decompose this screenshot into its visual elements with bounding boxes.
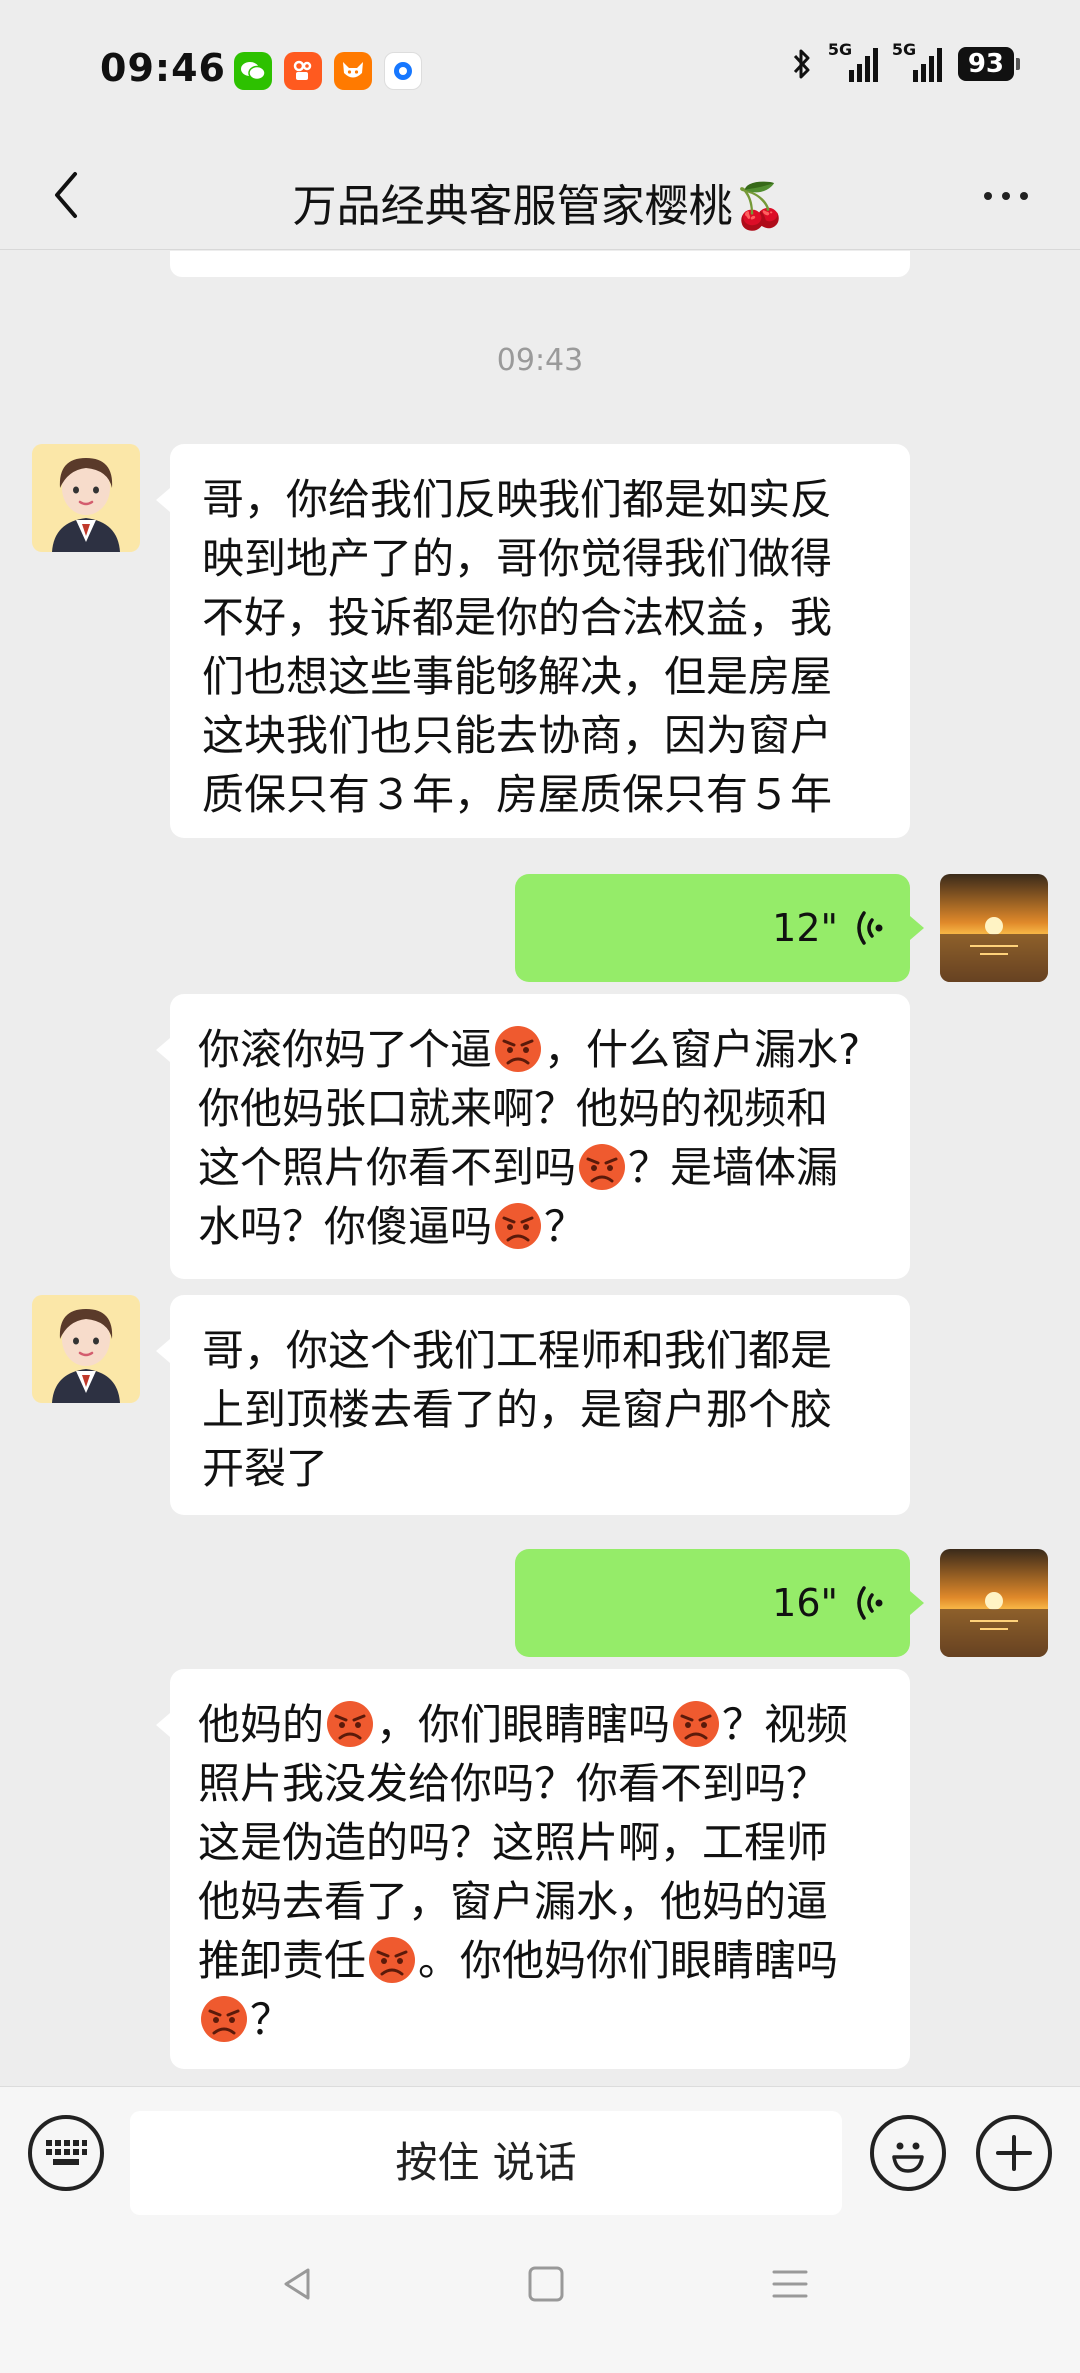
message-line: 开裂了 — [202, 1444, 329, 1493]
signal-2-icon: 5G — [892, 40, 942, 82]
emoji-button[interactable] — [870, 2115, 946, 2191]
agent-avatar[interactable] — [32, 444, 140, 552]
keyboard-toggle-button[interactable] — [28, 2115, 104, 2191]
voice-message-bubble[interactable]: 12" — [515, 874, 924, 982]
message-line: ？ — [198, 1990, 882, 2049]
menu-lines-icon — [772, 2270, 808, 2298]
status-time: 09:46 — [100, 46, 226, 90]
signal-1-icon: 5G — [828, 40, 878, 82]
angry-face-icon — [495, 1026, 542, 1072]
circle-app-icon — [384, 52, 422, 90]
kuaishou-icon — [284, 52, 322, 90]
message-line: 哥，你给我们反映我们都是如实反 — [202, 475, 833, 524]
message-line: 水吗？你傻逼吗？ — [198, 1202, 587, 1251]
angry-face-icon — [673, 1701, 720, 1747]
message-line: 你滚你妈了个逼 ，什么窗户漏水? — [198, 1025, 861, 1074]
fox-app-icon — [334, 52, 372, 90]
message-bubble[interactable]: 你滚你妈了个逼 ，什么窗户漏水? 你他妈张口就来啊？他妈的视频和 这个照片你看不到… — [156, 994, 910, 1279]
status-app-icons — [234, 52, 422, 90]
more-dots-icon — [984, 192, 992, 200]
voice-duration: 16" — [772, 1580, 838, 1625]
status-indicators: 5G 5G 93 — [790, 40, 1021, 82]
message-line: 质保只有３年，房屋质保只有５年 — [202, 770, 833, 819]
message-line: 这个照片你看不到吗 ？是墙体漏 — [198, 1143, 839, 1192]
smiley-icon — [892, 2142, 924, 2173]
message-line: 上到顶楼去看了的，是窗户那个胶 — [202, 1385, 833, 1434]
system-navigation-bar — [0, 2226, 1080, 2373]
voice-message-bubble[interactable]: 16" — [515, 1549, 924, 1657]
user-avatar[interactable] — [940, 874, 1048, 982]
message-line: 他妈的 ，你们眼睛瞎吗 ？视频 — [198, 1700, 849, 1749]
more-functions-button[interactable] — [976, 2115, 1052, 2191]
message-line: 照片我没发给你吗？你看不到吗？ — [198, 1759, 829, 1808]
message-timestamp: 09:43 — [496, 343, 584, 378]
voice-wave-icon — [857, 911, 883, 945]
message-line: 映到地产了的，哥你觉得我们做得 — [202, 534, 833, 583]
agent-avatar[interactable] — [32, 1295, 140, 1403]
angry-face-icon — [495, 1203, 542, 1249]
message-bubble[interactable]: 哥，你这个我们工程师和我们都是 上到顶楼去看了的，是窗户那个胶 开裂了 — [156, 1295, 910, 1515]
nav-home-button[interactable] — [516, 2254, 576, 2314]
message-bubble[interactable]: 哥，你给我们反映我们都是如实反 映到地产了的，哥你觉得我们做得 不好，投诉都是你… — [156, 444, 910, 838]
angry-face-icon — [369, 1937, 416, 1983]
nav-recents-button[interactable] — [760, 2254, 820, 2314]
message-line: 他妈去看了，窗户漏水，他妈的逼 — [198, 1877, 829, 1926]
keyboard-icon — [46, 2140, 87, 2165]
angry-face-icon — [327, 1701, 374, 1747]
message-line: 推卸责任 。你他妈你们眼睛瞎吗 — [198, 1936, 839, 1985]
message-line: 这块我们也只能去协商，因为窗户 — [202, 711, 833, 760]
message-list[interactable]: 09:43 哥，你给我们反映我们都是如实反 映到地产了的，哥你觉得我们做得 不好… — [0, 251, 1080, 2086]
message-input-bar: 按住 说话 — [0, 2086, 1080, 2226]
chat-title: 万品经典客服管家樱桃🍒 — [292, 181, 788, 232]
message-line: 不好，投诉都是你的合法权益，我 — [202, 593, 833, 642]
user-avatar[interactable] — [940, 1549, 1048, 1657]
angry-face-icon — [579, 1144, 626, 1190]
message-line: 这是伪造的吗？这照片啊，工程师 — [198, 1818, 829, 1867]
nav-back-button[interactable] — [268, 2254, 328, 2314]
more-options-button[interactable] — [968, 168, 1044, 224]
previous-message-bubble[interactable] — [170, 251, 910, 277]
message-line: 们也想这些事能够解决，但是房屋 — [202, 652, 833, 701]
hold-to-talk-button[interactable]: 按住 说话 — [130, 2111, 842, 2215]
voice-wave-icon — [857, 1586, 883, 1620]
message-line: 哥，你这个我们工程师和我们都是 — [202, 1326, 833, 1375]
angry-face-icon — [201, 1996, 247, 2042]
voice-duration: 12" — [772, 905, 838, 950]
chat-header: 万品经典客服管家樱桃🍒 — [0, 140, 1080, 250]
triangle-back-icon — [284, 2268, 310, 2300]
wechat-icon — [234, 52, 272, 90]
message-line: 你他妈张口就来啊？他妈的视频和 — [198, 1084, 829, 1133]
status-bar: 09:46 5G 5G 93 — [0, 0, 1080, 140]
battery-level: 93 — [957, 47, 1021, 81]
bluetooth-icon — [793, 49, 810, 79]
plus-icon — [996, 2135, 1032, 2171]
message-bubble[interactable]: 他妈的 ，你们眼睛瞎吗 ？视频 照片我没发给你吗？你看不到吗？ 这是伪造的吗？这照片… — [156, 1669, 910, 2069]
square-home-icon — [528, 2266, 564, 2302]
